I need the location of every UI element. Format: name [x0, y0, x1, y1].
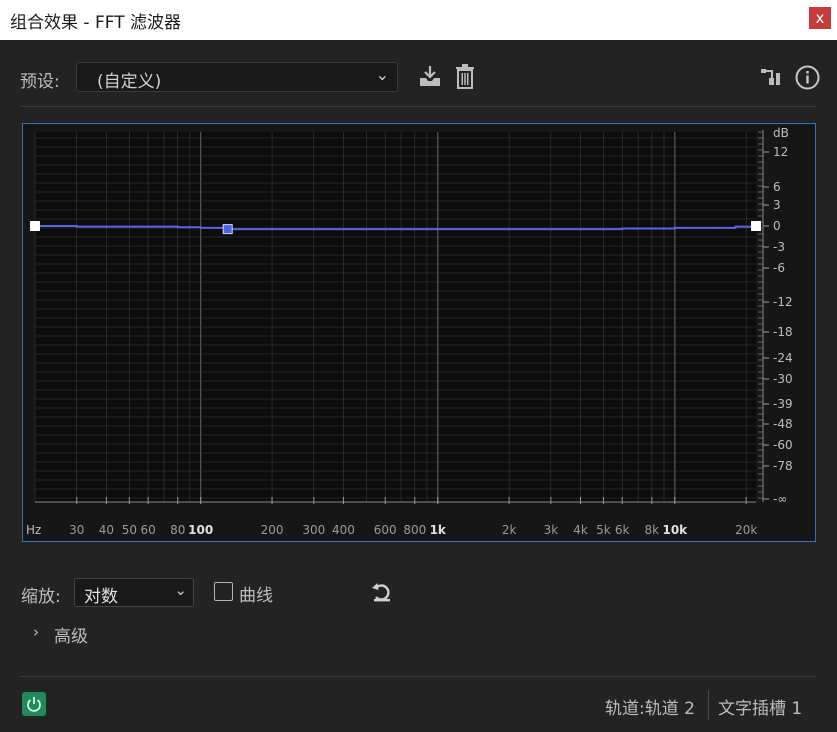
- curves-label: 曲线: [239, 586, 273, 606]
- divider: [20, 676, 816, 677]
- x-tick-label: 40: [99, 523, 114, 537]
- fft-graph[interactable]: 30 40 50 60 80 100 200 300 400 600 800 1k 2k 3k 4k 5k 6k…: [22, 123, 816, 542]
- scale-value: 对数: [84, 587, 118, 607]
- x-tick-label: 300: [302, 523, 325, 537]
- power-button[interactable]: [22, 692, 46, 716]
- y-tick-label: -18: [773, 325, 793, 339]
- plot-area: [35, 132, 756, 502]
- x-tick-label: 2k: [502, 523, 517, 537]
- save-preset-icon[interactable]: [418, 64, 442, 92]
- control-point[interactable]: [222, 224, 233, 235]
- status-divider: [708, 690, 709, 720]
- y-tick-label: 3: [773, 198, 781, 212]
- y-tick-label: 0: [773, 219, 781, 233]
- x-axis-unit: Hz: [26, 523, 41, 537]
- x-tick-label: 10k: [662, 523, 688, 537]
- x-tick-label: 100: [188, 523, 213, 537]
- y-tick-label: -48: [773, 417, 793, 431]
- chevron-right-icon[interactable]: ›: [33, 623, 39, 641]
- x-tick-label: 800: [403, 523, 426, 537]
- fft-graph-canvas[interactable]: 30 40 50 60 80 100 200 300 400 600 800 1k 2k 3k 4k 5k 6k…: [23, 124, 815, 541]
- divider: [20, 106, 816, 107]
- y-tick-label: 6: [773, 180, 781, 194]
- advanced-toggle[interactable]: 高级: [54, 622, 88, 647]
- track-status: 轨道:轨道 2: [605, 699, 695, 719]
- y-tick-label: -12: [773, 295, 793, 309]
- power-icon: [27, 697, 41, 712]
- preset-value: (自定义): [97, 72, 162, 92]
- y-tick-label: -3: [773, 240, 785, 254]
- x-tick-label: 600: [374, 523, 397, 537]
- curves-checkbox[interactable]: [214, 582, 233, 601]
- y-tick-label: -30: [773, 372, 793, 386]
- x-tick-label: 5k: [596, 523, 611, 537]
- y-tick-label: -60: [773, 438, 793, 452]
- x-tick-label: 8k: [645, 523, 660, 537]
- x-tick-label: 4k: [573, 523, 588, 537]
- y-tick-label: -24: [773, 351, 793, 365]
- y-tick-label: -6: [773, 261, 785, 275]
- window-title: 组合效果 - FFT 滤波器: [10, 13, 181, 33]
- x-tick-label: 60: [140, 523, 155, 537]
- y-tick-label: -78: [773, 459, 793, 473]
- control-point[interactable]: [751, 221, 761, 231]
- trash-icon[interactable]: [455, 64, 475, 93]
- x-tick-label: 200: [261, 523, 284, 537]
- chevron-down-icon: ⌄: [375, 65, 389, 84]
- y-tick-label: -∞: [773, 492, 787, 506]
- x-tick-label: 30: [69, 523, 84, 537]
- chevron-down-icon: ⌄: [174, 581, 187, 599]
- title-bar: 组合效果 - FFT 滤波器 x: [0, 0, 837, 40]
- info-icon[interactable]: [795, 65, 820, 94]
- x-tick-label: 3k: [544, 523, 559, 537]
- y-axis-unit: dB: [773, 126, 789, 140]
- reset-icon[interactable]: [371, 581, 393, 607]
- scale-label: 缩放:: [21, 587, 61, 607]
- y-tick-label: -39: [773, 397, 793, 411]
- x-tick-label: 20k: [735, 523, 757, 537]
- scale-dropdown[interactable]: 对数 ⌄: [74, 578, 194, 607]
- routing-icon[interactable]: [760, 66, 782, 92]
- slot-status: 文字插槽 1: [718, 699, 803, 719]
- preset-label: 预设:: [20, 72, 60, 92]
- x-tick-label: 1k: [430, 523, 447, 537]
- x-tick-label: 50: [122, 523, 137, 537]
- close-button[interactable]: x: [809, 7, 831, 29]
- x-tick-label: 6k: [615, 523, 630, 537]
- control-point[interactable]: [30, 221, 40, 231]
- preset-dropdown[interactable]: (自定义) ⌄: [76, 62, 398, 92]
- x-tick-label: 400: [332, 523, 355, 537]
- x-tick-label: 80: [170, 523, 185, 537]
- y-tick-label: 12: [773, 145, 788, 159]
